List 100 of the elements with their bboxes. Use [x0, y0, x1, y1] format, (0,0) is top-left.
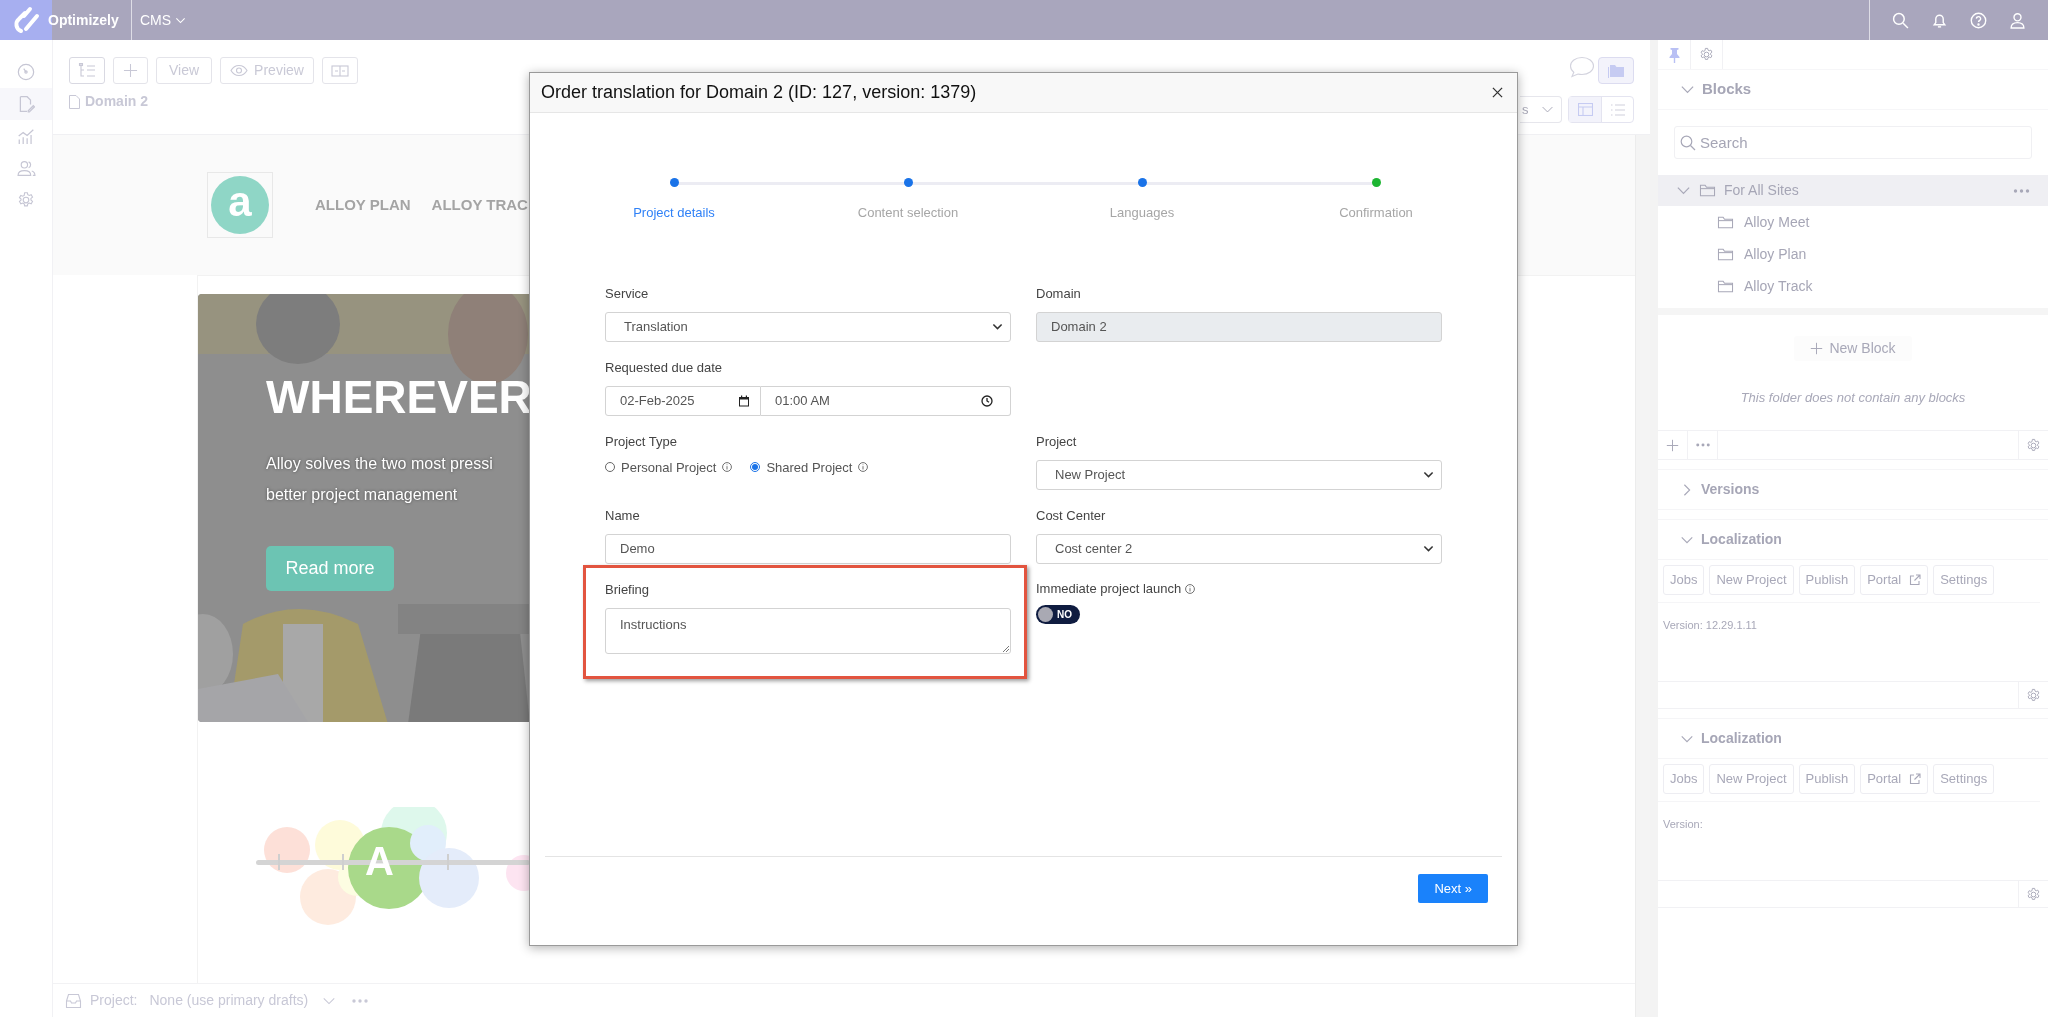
compare-button[interactable]	[321, 57, 358, 84]
field-label: Domain	[1036, 284, 1082, 302]
folder-button[interactable]	[1598, 57, 1634, 84]
version-text: Version:	[1663, 818, 1703, 830]
more-icon[interactable]	[352, 998, 369, 1003]
select-field[interactable]: Cost center 2	[1036, 533, 1442, 564]
field-label: Project	[1036, 432, 1078, 450]
settings-icon[interactable]	[2026, 886, 2041, 902]
field-label: Name	[605, 506, 641, 524]
text-field[interactable]: Demo	[605, 533, 1011, 564]
toolbar-button[interactable]: Settings	[1933, 764, 1995, 794]
pin-icon[interactable]	[1667, 46, 1681, 63]
search-icon[interactable]	[1892, 11, 1909, 29]
layout-toggle[interactable]	[1569, 97, 1601, 122]
search-icon	[1680, 135, 1696, 151]
select-field[interactable]: New Project	[1036, 459, 1442, 490]
comment-icon[interactable]	[1569, 56, 1595, 78]
step-tab[interactable]: Confirmation	[1339, 203, 1413, 223]
help-icon[interactable]	[1970, 11, 1987, 29]
toolbar-button[interactable]: Jobs	[1663, 764, 1705, 794]
folder-icon	[1699, 183, 1716, 198]
select-field[interactable]: Translation	[605, 311, 1011, 342]
read-more-button[interactable]: Read more	[266, 546, 394, 591]
version-text: Version: 12.29.1.11	[1663, 619, 1757, 631]
resize-handle-icon[interactable]	[1003, 645, 1009, 652]
tree-item[interactable]: For All Sites	[1658, 175, 2048, 206]
tree-button[interactable]	[69, 57, 105, 84]
field-label: Project Type	[605, 432, 679, 450]
dialog-title: Order translation for Domain 2 (ID: 127, version: 1379)	[541, 81, 977, 104]
nav-link[interactable]: ALLOY TRAC	[431, 193, 528, 217]
plus-icon[interactable]	[1666, 438, 1679, 452]
clock-icon[interactable]	[981, 394, 993, 407]
page-icon	[69, 94, 80, 109]
nav-link[interactable]: ALLOY PLAN	[315, 193, 411, 217]
product-switcher[interactable]: CMS	[140, 9, 187, 31]
step-tab[interactable]: Project details	[633, 203, 715, 223]
dashboard-icon[interactable]	[17, 63, 35, 81]
view-dropdown[interactable]: s	[1520, 96, 1562, 123]
add-button[interactable]	[113, 57, 148, 84]
compare-icon	[330, 64, 349, 77]
logo-icon	[11, 5, 41, 35]
toolbar-button[interactable]: Publish	[1798, 565, 1856, 595]
folder-icon	[1607, 63, 1625, 78]
bell-icon[interactable]	[1931, 11, 1948, 29]
settings-icon[interactable]	[2026, 687, 2041, 703]
settings-icon[interactable]	[2026, 437, 2041, 453]
toolbar-button[interactable]: Publish	[1798, 764, 1856, 794]
hero-text: better project management	[266, 485, 459, 505]
toolbar-button[interactable]: Portal	[1860, 764, 1929, 794]
user-icon[interactable]	[2009, 11, 2026, 29]
folder-icon	[1717, 278, 1734, 294]
step-tab[interactable]: Languages	[1109, 203, 1175, 223]
eye-icon	[230, 64, 249, 77]
toolbar-button[interactable]: Portal	[1860, 565, 1929, 595]
toggle-switch[interactable]: NO	[1036, 604, 1080, 624]
toolbar-button[interactable]: Settings	[1933, 565, 1995, 595]
more-icon[interactable]	[2013, 188, 2030, 193]
info-icon[interactable]	[1185, 584, 1196, 594]
radio-label[interactable]: Personal Project	[621, 457, 717, 477]
field-label: Immediate project launch	[1036, 580, 1182, 599]
more-icon[interactable]	[1695, 443, 1710, 447]
page-edit-icon[interactable]	[17, 95, 35, 113]
panel-title[interactable]: Blocks	[1702, 78, 1752, 101]
caret-icon	[1423, 469, 1434, 480]
external-link-icon	[1909, 574, 1922, 586]
close-icon[interactable]	[1492, 87, 1503, 98]
chart-icon[interactable]	[17, 127, 35, 145]
hero-heading: WHEREVER	[266, 374, 530, 420]
step-tab[interactable]: Content selection	[857, 203, 959, 223]
hero-text: Alloy solves the two most pressi	[266, 454, 494, 474]
plus-icon	[123, 63, 138, 78]
toolbar-button[interactable]: Jobs	[1663, 565, 1705, 595]
tree-icon	[78, 63, 96, 78]
settings-icon[interactable]	[17, 191, 35, 209]
settings-icon[interactable]	[1699, 47, 1714, 62]
info-icon[interactable]	[722, 462, 733, 473]
toolbar-button[interactable]: New Project	[1709, 764, 1794, 794]
field-label: Cost Center	[1036, 506, 1107, 524]
external-link-icon	[1909, 773, 1922, 785]
next-button[interactable]: Next »	[1418, 874, 1488, 903]
toolbar-button[interactable]: New Project	[1709, 565, 1794, 595]
info-icon[interactable]	[858, 462, 869, 473]
field-label: Requested due date	[605, 358, 724, 376]
folder-icon	[1717, 246, 1734, 262]
section-title[interactable]: Localization	[1701, 529, 1782, 550]
inbox-icon	[65, 992, 82, 1009]
field-label: Service	[605, 284, 650, 302]
calendar-icon[interactable]	[738, 394, 750, 407]
section-title[interactable]: Localization	[1701, 728, 1782, 749]
layout-icon	[1577, 103, 1593, 116]
plus-icon	[1810, 342, 1824, 355]
text-area[interactable]: Instructions	[605, 607, 1011, 654]
radio-label[interactable]: Shared Project	[766, 457, 853, 477]
users-icon[interactable]	[16, 159, 36, 177]
date-field[interactable]: 02-Feb-2025	[605, 385, 761, 416]
search-field[interactable]: Search	[1674, 126, 2032, 159]
section-title[interactable]: Versions	[1701, 479, 1760, 500]
folder-icon	[1717, 214, 1734, 230]
field-label: Briefing	[605, 580, 651, 598]
time-field[interactable]: 01:00 AM	[761, 385, 1011, 416]
